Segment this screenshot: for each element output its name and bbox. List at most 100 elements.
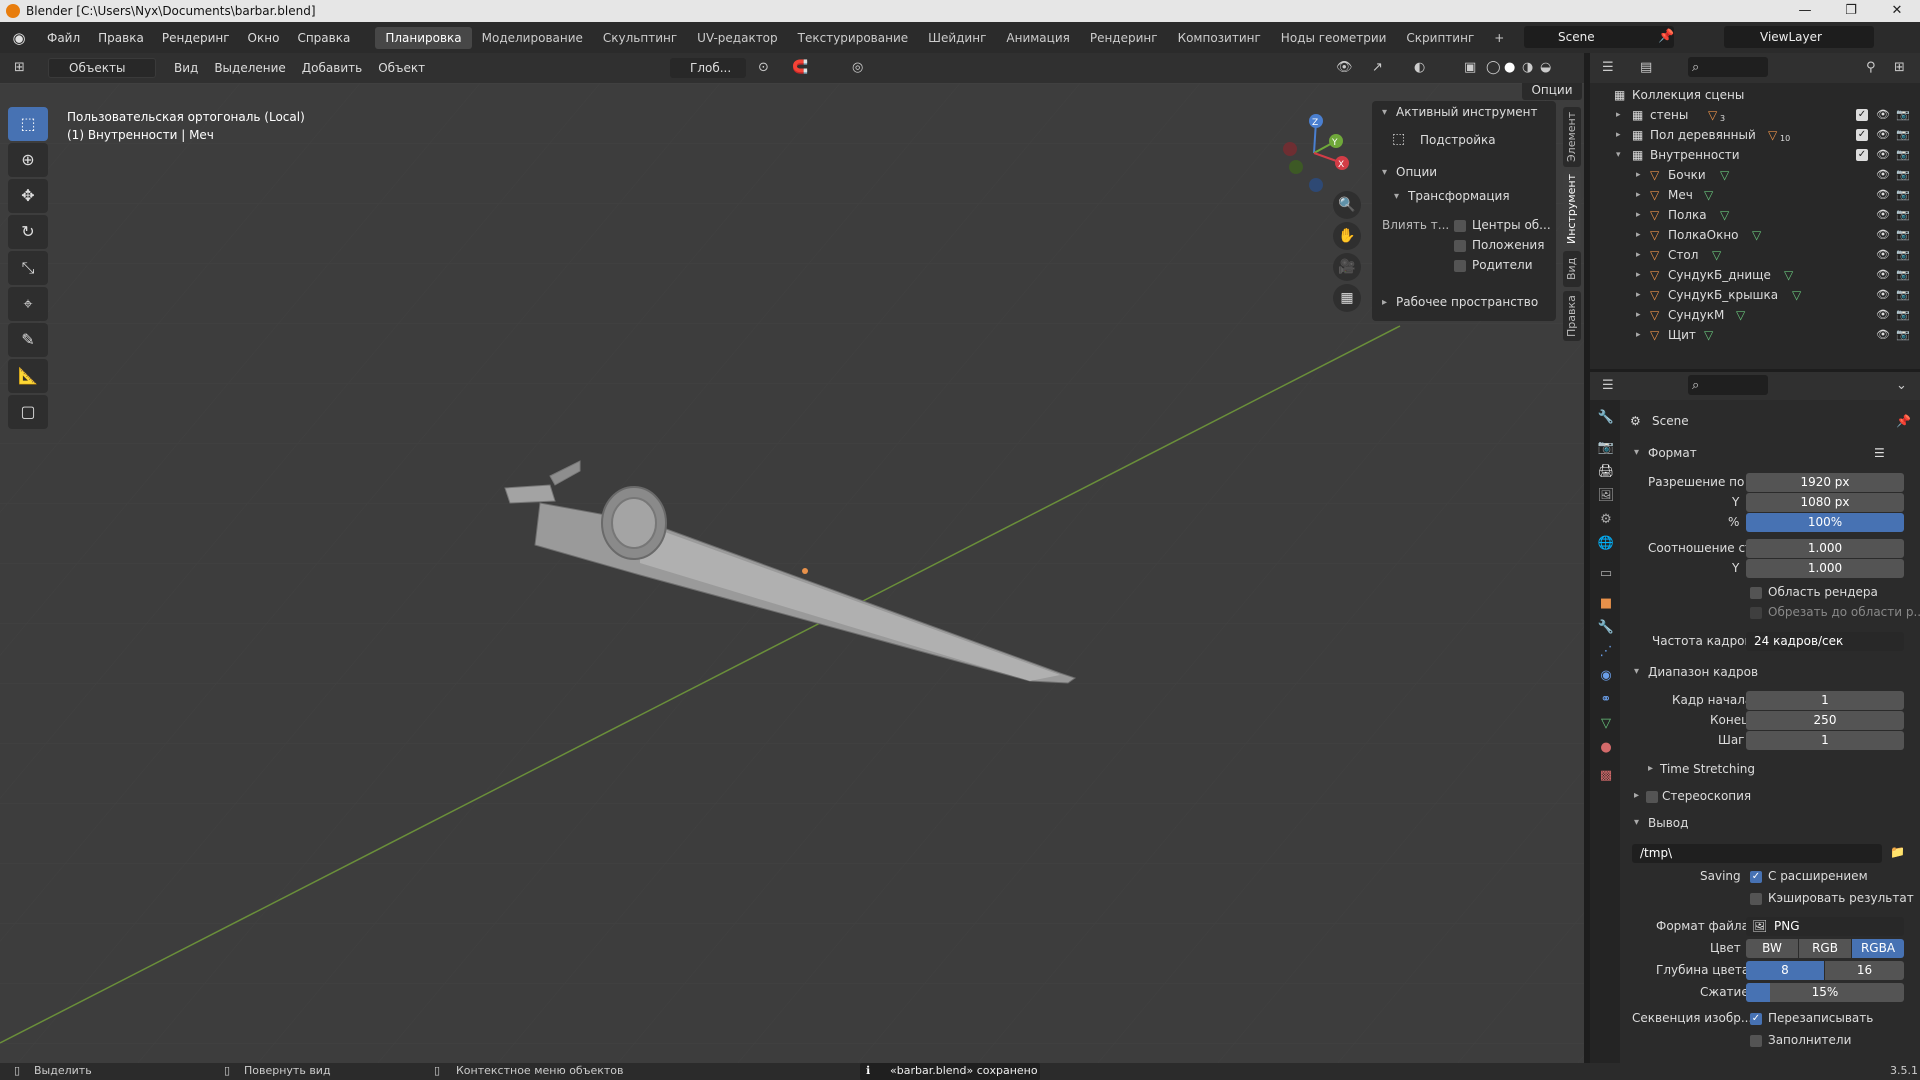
collection-tab-icon[interactable]: ▭ [1596,564,1616,584]
blender-logo-icon[interactable]: ◉ [8,27,30,49]
overlays-icon[interactable]: ◐ [1414,57,1425,79]
expand-arrow-icon[interactable]: ▸ [1636,325,1641,345]
transform-orientation-selector[interactable]: Глоб... [670,58,746,78]
menu-select[interactable]: Выделение [206,61,293,75]
stereoscopy-header[interactable]: Стереоскопия [1662,789,1751,803]
eye-icon[interactable]: 👁 [1876,265,1890,285]
affect-locations-checkbox[interactable] [1454,240,1466,252]
ortho-grid-icon[interactable]: ▦ [1333,284,1361,312]
expand-arrow-icon[interactable]: ▸ [1382,297,1387,308]
eye-icon[interactable]: 👁 [1876,125,1890,145]
visibility-icon[interactable]: 👁 [1336,57,1353,79]
frame-end-field[interactable]: 250 [1746,711,1904,730]
menu-window[interactable]: Окно [239,31,289,45]
rotate-tool-icon[interactable]: ↻ [8,215,48,249]
view-layer-selector[interactable]: ViewLayer [1724,26,1874,48]
physics-tab-icon[interactable]: ◉ [1596,666,1616,686]
eye-icon[interactable]: 👁 [1876,225,1890,245]
expand-arrow-icon[interactable]: ▸ [1616,125,1621,145]
outliner-row-collection[interactable]: ▸ ▦ Пол деревянный ▽ 10 ✓ 👁 📷 [1590,125,1920,145]
scene-tab-icon[interactable]: ⚙ [1596,510,1616,530]
outliner-search-input[interactable]: ⌕ [1688,57,1768,77]
workspace-header[interactable]: Рабочее пространство [1396,295,1538,309]
eye-icon[interactable]: 👁 [1876,185,1890,205]
tab-item[interactable]: Элемент [1563,107,1581,167]
camera-icon[interactable]: 📷 [1896,245,1910,265]
constraints-tab-icon[interactable]: ⚭ [1596,690,1616,710]
overwrite-checkbox[interactable]: ✓ [1750,1013,1762,1025]
collapse-arrow-icon[interactable]: ▾ [1394,191,1399,202]
gizmo-toggle-icon[interactable]: ↗ [1372,57,1383,79]
outliner-row-object[interactable]: ▸ ▽ Полка ▽ 👁 📷 [1590,205,1920,225]
fps-dropdown[interactable]: 24 кадров/сек [1746,632,1904,651]
affect-origins-checkbox[interactable] [1454,220,1466,232]
menu-view[interactable]: Вид [166,61,206,75]
transform-tool-icon[interactable]: ⌖ [8,287,48,321]
render-region-checkbox[interactable] [1750,587,1762,599]
camera-icon[interactable]: 📷 [1896,225,1910,245]
add-workspace-button[interactable]: + [1484,27,1514,49]
eye-icon[interactable]: 👁 [1876,105,1890,125]
3d-viewport[interactable]: Пользовательская ортогональ (Local) (1) … [0,83,1584,1063]
outliner-row-collection[interactable]: ▾ ▦ Внутренности ✓ 👁 📷 [1590,145,1920,165]
aspect-y-field[interactable]: 1.000 [1746,559,1904,578]
expand-arrow-icon[interactable]: ▸ [1634,790,1639,801]
add-cube-tool-icon[interactable]: ▢ [8,395,48,429]
color-rgba-button[interactable]: RGBA [1852,939,1904,958]
menu-file[interactable]: Файл [38,31,89,45]
tab-modeling[interactable]: Моделирование [472,27,593,49]
menu-edit[interactable]: Правка [89,31,153,45]
eye-icon[interactable]: 👁 [1876,305,1890,325]
minimize-button[interactable]: — [1782,0,1828,22]
tab-animation[interactable]: Анимация [996,27,1079,49]
folder-icon[interactable]: 📁 [1890,845,1905,859]
mode-selector[interactable]: Объекты [48,58,156,78]
aspect-x-field[interactable]: 1.000 [1746,539,1904,558]
texture-tab-icon[interactable]: ▩ [1596,766,1616,786]
options-dropdown[interactable]: Опции [1522,83,1582,100]
outliner-row-object[interactable]: ▸ ▽ Щит ▽ 👁 📷 [1590,325,1920,345]
res-y-field[interactable]: 1080 px [1746,493,1904,512]
editor-type-icon[interactable]: ☰ [1602,57,1614,79]
eye-icon[interactable]: 👁 [1876,245,1890,265]
frame-start-field[interactable]: 1 [1746,691,1904,710]
tab-edit[interactable]: Правка [1563,291,1581,341]
outliner-row-object[interactable]: ▸ ▽ ПолкаОкно ▽ 👁 📷 [1590,225,1920,245]
tab-view[interactable]: Вид [1563,251,1581,287]
camera-icon[interactable]: 📷 [1896,165,1910,185]
format-header[interactable]: Формат [1648,446,1697,460]
expand-arrow-icon[interactable]: ▸ [1616,105,1621,125]
tab-shading[interactable]: Шейдинг [918,27,996,49]
menu-help[interactable]: Справка [288,31,359,45]
wireframe-shading-icon[interactable]: ◯ [1486,57,1501,79]
measure-tool-icon[interactable]: 📐 [8,359,48,393]
expand-arrow-icon[interactable]: ▸ [1636,205,1641,225]
material-shading-icon[interactable]: ◑ [1522,57,1533,79]
editor-type-icon[interactable]: ☰ [1602,375,1614,397]
camera-icon[interactable]: 📷 [1896,185,1910,205]
time-stretching-header[interactable]: Time Stretching [1660,762,1755,776]
menu-render[interactable]: Рендеринг [153,31,239,45]
collapse-arrow-icon[interactable]: ▾ [1382,167,1387,178]
expand-arrow-icon[interactable]: ▸ [1636,265,1641,285]
modifier-tab-icon[interactable]: 🔧 [1596,618,1616,638]
menu-add[interactable]: Добавить [294,61,370,75]
file-extensions-checkbox[interactable]: ✓ [1750,871,1762,883]
editor-type-icon[interactable]: ⊞ [14,57,25,79]
collapse-arrow-icon[interactable]: ▾ [1634,447,1639,458]
tab-layout[interactable]: Планировка [375,26,472,49]
tab-geometry-nodes[interactable]: Ноды геометрии [1271,27,1397,49]
maximize-button[interactable]: ❐ [1828,0,1874,22]
move-tool-icon[interactable]: ✥ [8,179,48,213]
camera-icon[interactable]: 📷 [1896,325,1910,345]
pin-icon[interactable]: 📌 [1896,414,1911,428]
display-mode-icon[interactable]: ▤ [1640,57,1652,79]
active-tool-name[interactable]: Подстройка [1420,133,1496,147]
new-collection-icon[interactable]: ⊞ [1894,57,1905,79]
outliner-row-collection[interactable]: ▸ ▦ стены ▽ 3 ✓ 👁 📷 [1590,105,1920,125]
tab-sculpting[interactable]: Скульптинг [593,27,687,49]
expand-arrow-icon[interactable]: ▸ [1636,245,1641,265]
object-tab-icon[interactable]: ■ [1596,594,1616,614]
collapse-arrow-icon[interactable]: ▾ [1634,666,1639,677]
depth-16-button[interactable]: 16 [1825,961,1904,980]
